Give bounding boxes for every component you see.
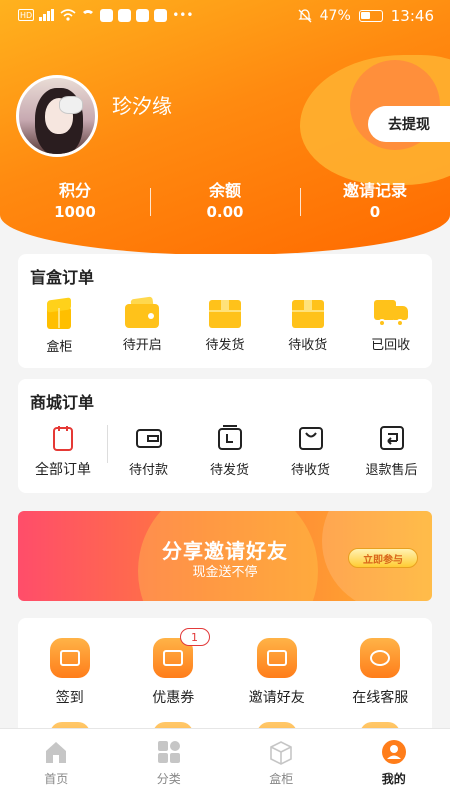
order-item-to-open[interactable]: 待开启 xyxy=(101,296,184,355)
username: 珍汐缘 xyxy=(112,94,172,118)
tab-category[interactable]: 分类 xyxy=(113,729,226,800)
battery-icon xyxy=(358,10,383,22)
order-item-label: 待开启 xyxy=(122,338,162,353)
mall-orders-card: 商城订单 全部订单 待付款 待发货 待收货 退款售后 xyxy=(18,379,432,493)
checkin-icon xyxy=(49,638,90,678)
return-icon xyxy=(379,426,404,450)
app-icon-3 xyxy=(136,8,150,22)
order-item-label: 待收货 xyxy=(288,338,328,353)
blind-box-orders-card: 盲盒订单 盒柜 待开启 待发货 待收货 已回收 xyxy=(18,254,432,368)
stat-points[interactable]: 积分 1000 xyxy=(0,180,150,224)
mall-orders-row: 全部订单 待付款 待发货 待收货 退款售后 xyxy=(18,423,432,479)
order-item-cabinet[interactable]: 盒柜 xyxy=(18,297,101,355)
home-icon xyxy=(46,742,67,763)
coupon-badge: 1 xyxy=(179,628,210,646)
order-item-to-ship[interactable]: 待发货 xyxy=(184,298,267,355)
customer-service-icon xyxy=(360,638,401,678)
stat-value: 0 xyxy=(369,203,381,221)
clipboard-icon xyxy=(53,426,73,451)
blind-box-orders-row: 盒柜 待开启 待发货 待收货 已回收 xyxy=(18,296,432,355)
status-right: 47% 13:46 xyxy=(298,7,434,25)
package-icon xyxy=(208,298,241,328)
signal-icon xyxy=(39,9,55,21)
bag-outline-icon xyxy=(298,427,323,450)
tab-mine[interactable]: 我的 xyxy=(338,729,450,800)
withdraw-button[interactable]: 去提现 xyxy=(368,106,450,142)
stat-invite-records[interactable]: 邀请记录 0 xyxy=(300,180,450,224)
tab-home[interactable]: 首页 xyxy=(0,729,113,800)
cube-icon xyxy=(43,297,75,330)
tab-label: 首页 xyxy=(44,772,69,786)
service-checkin[interactable]: 签到 xyxy=(18,638,122,707)
app-icon-2 xyxy=(118,8,132,22)
order-item-label: 已回收 xyxy=(371,338,411,353)
wallet-outline-icon xyxy=(135,429,162,448)
wallet-icon xyxy=(125,296,160,328)
service-coupon[interactable]: 1 优惠券 xyxy=(122,628,226,707)
service-label: 邀请好友 xyxy=(248,690,305,706)
tab-label: 盒柜 xyxy=(269,772,294,786)
mall-item-label: 待付款 xyxy=(128,463,168,478)
mall-item-to-receive[interactable]: 待收货 xyxy=(270,423,351,479)
box-outline-icon xyxy=(217,425,242,450)
mall-item-label: 全部订单 xyxy=(35,462,91,478)
mall-item-label: 待发货 xyxy=(209,463,249,478)
clock: 13:46 xyxy=(390,7,434,25)
stat-label: 邀请记录 xyxy=(342,181,407,200)
status-bar: HD ••• 47% 13:46 xyxy=(0,0,450,32)
avatar[interactable] xyxy=(16,75,98,157)
join-now-button[interactable]: 立即参与 xyxy=(348,548,418,568)
tab-box-cabinet[interactable]: 盒柜 xyxy=(225,729,338,800)
hd-icon: HD xyxy=(18,9,35,21)
mall-item-refund[interactable]: 退款售后 xyxy=(351,423,432,479)
battery-percent: 47% xyxy=(319,8,351,24)
order-item-label: 盒柜 xyxy=(46,340,73,355)
wifi-icon xyxy=(60,9,76,21)
package-icon xyxy=(291,298,324,328)
tab-label: 分类 xyxy=(156,772,181,786)
mall-item-all-orders[interactable]: 全部订单 xyxy=(18,423,108,479)
service-label: 在线客服 xyxy=(352,690,409,706)
stat-label: 余额 xyxy=(208,181,241,200)
gift-icon xyxy=(256,638,297,678)
more-dots-icon: ••• xyxy=(172,8,194,22)
order-item-recycled[interactable]: 已回收 xyxy=(349,298,432,355)
mall-item-label: 退款售后 xyxy=(365,463,418,478)
stats-row: 积分 1000 余额 0.00 邀请记录 0 xyxy=(0,180,450,224)
mall-item-to-ship[interactable]: 待发货 xyxy=(189,423,270,479)
tab-label: 我的 xyxy=(381,772,406,786)
service-label: 签到 xyxy=(55,690,84,706)
app-icon-4 xyxy=(154,8,168,22)
call-icon xyxy=(83,10,94,14)
services-card: 签到 1 优惠券 邀请好友 在线客服 xyxy=(18,618,432,738)
profile-icon xyxy=(381,740,406,764)
status-left-icons: HD ••• xyxy=(18,8,193,22)
mall-orders-title: 商城订单 xyxy=(30,393,95,412)
stat-label: 积分 xyxy=(58,181,91,200)
invite-banner[interactable]: 分享邀请好友 现金送不停 立即参与 xyxy=(18,511,432,601)
service-label: 优惠券 xyxy=(152,690,195,706)
bottom-tab-bar: 首页 分类 盒柜 我的 xyxy=(0,728,450,800)
order-item-to-receive[interactable]: 待收货 xyxy=(266,298,349,355)
stat-value: 1000 xyxy=(54,203,96,221)
service-invite[interactable]: 邀请好友 xyxy=(225,638,329,707)
order-item-label: 待发货 xyxy=(205,338,245,353)
services-row: 签到 1 优惠券 邀请好友 在线客服 xyxy=(18,628,433,707)
mute-icon xyxy=(298,9,312,23)
mall-item-to-pay[interactable]: 待付款 xyxy=(108,423,189,479)
service-customer-support[interactable]: 在线客服 xyxy=(329,638,433,707)
app-icon-1 xyxy=(100,8,114,22)
mall-item-label: 待收货 xyxy=(290,463,330,478)
stat-balance[interactable]: 余额 0.00 xyxy=(150,180,300,224)
blind-box-orders-title: 盲盒订单 xyxy=(30,268,95,287)
box-cabinet-icon xyxy=(270,741,293,765)
truck-icon xyxy=(373,298,408,328)
category-icon xyxy=(157,741,180,763)
stat-value: 0.00 xyxy=(206,203,244,221)
